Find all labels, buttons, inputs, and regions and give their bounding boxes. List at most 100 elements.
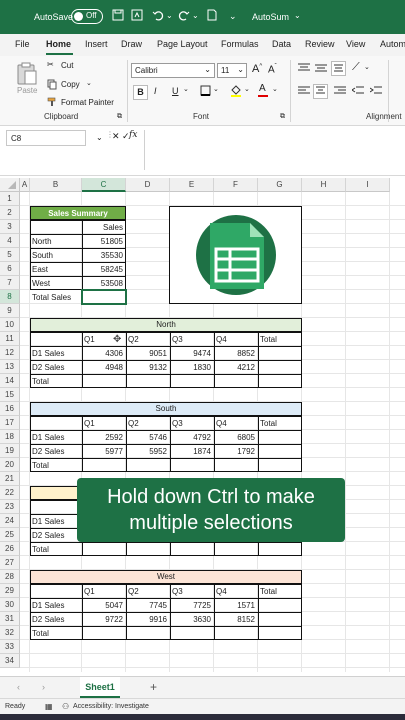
south-value-cell[interactable]: 5952 (126, 445, 170, 459)
chevron-down-icon[interactable]: ⌄ (364, 63, 370, 71)
west-value-cell[interactable]: 7725 (170, 599, 214, 613)
south-value-cell[interactable]: 5977 (82, 445, 126, 459)
column-header-h[interactable]: H (302, 178, 346, 192)
align-center-icon[interactable] (313, 84, 328, 99)
north-value-cell[interactable]: 9132 (126, 361, 170, 375)
west-quarter-header[interactable]: Q3 (170, 585, 214, 599)
row-header-17[interactable]: 17 (0, 416, 20, 430)
south-row-label[interactable]: D2 Sales (30, 445, 82, 459)
summary-title[interactable]: Sales Summary (30, 206, 126, 220)
row-header-19[interactable]: 19 (0, 444, 20, 458)
fill-color-icon[interactable] (230, 84, 242, 99)
cut-label[interactable]: Cut (61, 61, 73, 70)
chevron-down-icon[interactable]: ⌄ (183, 85, 189, 93)
tab-data[interactable]: Data (272, 39, 291, 49)
add-sheet-icon[interactable]: + (150, 680, 157, 694)
north-value-cell[interactable]: 4212 (214, 361, 258, 375)
south-title[interactable]: South (30, 402, 302, 416)
row-header-14[interactable]: 14 (0, 374, 20, 388)
column-header-a[interactable]: A (20, 178, 30, 192)
column-header-b[interactable]: B (30, 178, 82, 192)
paste-icon[interactable] (16, 62, 38, 88)
column-header-i[interactable]: I (346, 178, 390, 192)
undo-icon[interactable] (152, 9, 164, 24)
row-header-30[interactable]: 30 (0, 598, 20, 612)
east-total-label[interactable]: Total (30, 543, 82, 557)
tab-formulas[interactable]: Formulas (221, 39, 259, 49)
summary-label[interactable]: North (30, 235, 82, 249)
font-color-icon[interactable]: A (259, 83, 266, 94)
autosave-toggle[interactable]: Off (71, 9, 103, 24)
south-quarter-header[interactable]: Q2 (126, 417, 170, 431)
row-header-7[interactable]: 7 (0, 276, 20, 290)
chevron-down-icon[interactable]: ⌄ (294, 11, 301, 20)
font-size-dropdown[interactable]: 11 ⌄ (217, 63, 247, 78)
borders-icon[interactable] (200, 85, 211, 98)
increase-indent-icon[interactable] (369, 86, 382, 98)
row-header-24[interactable]: 24 (0, 514, 20, 528)
cancel-icon[interactable]: ✕ (112, 131, 120, 142)
south-value-cell[interactable]: 1874 (170, 445, 214, 459)
west-value-cell[interactable]: 7745 (126, 599, 170, 613)
row-header-18[interactable]: 18 (0, 430, 20, 444)
summary-total-label[interactable]: Total Sales (30, 291, 82, 305)
west-value-cell[interactable]: 8152 (214, 613, 258, 627)
summary-label[interactable]: West (30, 277, 82, 291)
dialog-launcher-icon[interactable]: ⧉ (117, 113, 122, 121)
format-painter-icon[interactable] (47, 97, 57, 109)
summary-header[interactable]: Sales (82, 221, 126, 235)
row-header-31[interactable]: 31 (0, 612, 20, 626)
row-header-1[interactable]: 1 (0, 192, 20, 206)
row-header-28[interactable]: 28 (0, 570, 20, 584)
bold-button[interactable]: B (133, 85, 148, 100)
north-total-label[interactable]: Total (30, 375, 82, 389)
row-header-2[interactable]: 2 (0, 206, 20, 220)
south-row-label[interactable]: D1 Sales (30, 431, 82, 445)
row-header-23[interactable]: 23 (0, 500, 20, 514)
orientation-icon[interactable]: ⟋ (352, 61, 360, 74)
west-value-cell[interactable]: 1571 (214, 599, 258, 613)
chevron-down-icon[interactable]: ⌄ (244, 85, 250, 93)
north-total-header[interactable]: Total (258, 333, 302, 347)
west-row-label[interactable]: D1 Sales (30, 599, 82, 613)
chevron-down-icon[interactable]: ⌄ (86, 79, 92, 87)
worksheet-grid[interactable]: ABCDEFGHI 1 2 3 4 5 6 7 8 9 10 11 12 13 14 15 16 17 18 19 2… (0, 178, 405, 672)
west-total-header[interactable]: Total (258, 585, 302, 599)
column-header-f[interactable]: F (214, 178, 258, 192)
row-header-4[interactable]: 4 (0, 234, 20, 248)
west-value-cell[interactable]: 5047 (82, 599, 126, 613)
copy-label[interactable]: Copy (61, 80, 80, 89)
north-row-label[interactable]: D2 Sales (30, 361, 82, 375)
underline-button[interactable]: U (172, 86, 179, 96)
south-quarter-header[interactable]: Q3 (170, 417, 214, 431)
chevron-down-icon[interactable]: ⌄ (213, 85, 219, 93)
row-header-8[interactable]: 8 (0, 290, 20, 304)
north-title[interactable]: North (30, 318, 302, 332)
chevron-down-icon[interactable]: ⌄ (192, 11, 199, 20)
west-row-label[interactable]: D2 Sales (30, 613, 82, 627)
italic-button[interactable]: I (154, 86, 157, 96)
north-value-cell[interactable]: 9051 (126, 347, 170, 361)
save-icon[interactable] (112, 9, 124, 24)
north-value-cell[interactable]: 4948 (82, 361, 126, 375)
north-value-cell[interactable]: 8852 (214, 347, 258, 361)
south-value-cell[interactable]: 6805 (214, 431, 258, 445)
align-left-icon[interactable] (298, 86, 310, 98)
east-row-label[interactable]: D2 Sales (30, 529, 82, 543)
decrease-indent-icon[interactable] (351, 86, 364, 98)
row-header-25[interactable]: 25 (0, 528, 20, 542)
row-header-6[interactable]: 6 (0, 262, 20, 276)
summary-label[interactable]: South (30, 249, 82, 263)
tab-home[interactable]: Home (46, 39, 71, 49)
south-quarter-header[interactable]: Q4 (214, 417, 258, 431)
format-painter-label[interactable]: Format Painter (61, 98, 114, 107)
chevron-down-icon[interactable]: ⌄ (166, 11, 173, 20)
tab-view[interactable]: View (346, 39, 365, 49)
scroll-left-icon[interactable]: ‹ (17, 682, 20, 692)
north-quarter-header[interactable]: Q4 (214, 333, 258, 347)
accessibility-status[interactable]: Accessibility: Investigate (73, 703, 149, 710)
row-header-22[interactable]: 22 (0, 486, 20, 500)
west-value-cell[interactable]: 3630 (170, 613, 214, 627)
west-value-cell[interactable]: 9722 (82, 613, 126, 627)
north-value-cell[interactable]: 9474 (170, 347, 214, 361)
